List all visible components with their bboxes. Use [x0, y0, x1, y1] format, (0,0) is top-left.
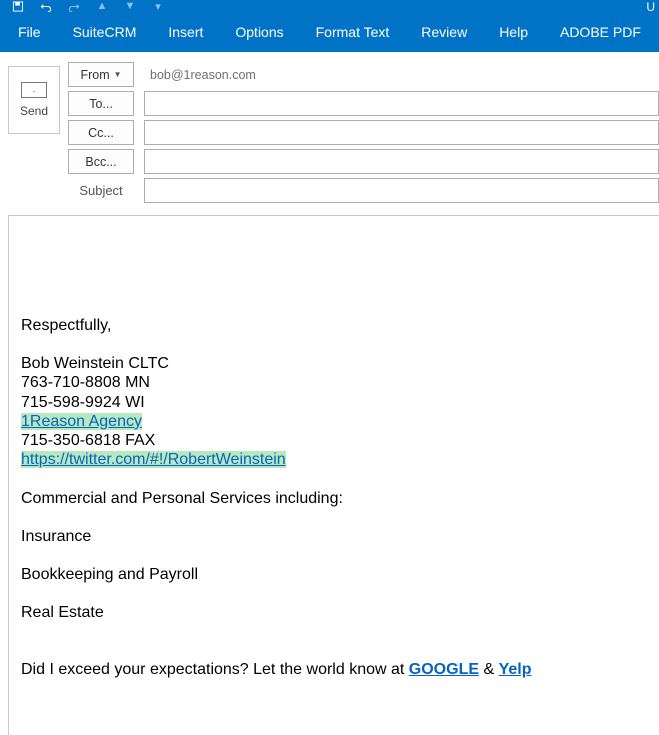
service-bookkeeping: Bookkeeping and Payroll: [21, 565, 649, 584]
from-label: From: [80, 68, 109, 82]
from-button[interactable]: From ▼: [68, 62, 134, 87]
services-heading: Commercial and Personal Services includi…: [21, 489, 649, 508]
review-prefix: Did I exceed your expectations? Let the …: [21, 661, 409, 678]
subject-label: Subject: [68, 183, 134, 198]
chevron-down-icon: ▼: [114, 70, 122, 79]
tab-options[interactable]: Options: [235, 24, 283, 40]
sig-twitter-link[interactable]: https://twitter.com/#!/RobertWeinstein: [21, 451, 286, 468]
review-line: Did I exceed your expectations? Let the …: [21, 660, 649, 679]
sig-closing: Respectfully,: [21, 316, 649, 335]
quick-access-toolbar: ▲ ▼ ▾ U: [0, 0, 659, 12]
review-amp: &: [479, 661, 499, 678]
tab-suitecrm[interactable]: SuiteCRM: [73, 24, 137, 40]
tab-format-text[interactable]: Format Text: [316, 24, 390, 40]
redo-icon[interactable]: [66, 0, 82, 12]
yelp-link[interactable]: Yelp: [499, 661, 532, 678]
sig-agency-link[interactable]: 1Reason Agency: [21, 413, 142, 430]
header-fields: From ▼ bob@1reason.com To... Cc... Bcc..…: [68, 62, 659, 207]
tab-insert[interactable]: Insert: [168, 24, 203, 40]
sig-phone-mn: 763-710-8808 MN: [21, 373, 649, 392]
service-realestate: Real Estate: [21, 603, 649, 622]
to-label: To...: [89, 97, 113, 111]
sig-fax: 715-350-6818 FAX: [21, 431, 649, 450]
down-icon[interactable]: ▼: [122, 0, 138, 12]
undo-icon[interactable]: [38, 0, 54, 12]
to-button[interactable]: To...: [68, 91, 134, 116]
title-right-text: U: [646, 0, 659, 14]
bcc-input[interactable]: [144, 149, 659, 174]
bcc-label: Bcc...: [85, 155, 116, 169]
envelope-icon: [21, 82, 47, 98]
cc-input[interactable]: [144, 120, 659, 145]
subject-input[interactable]: [144, 178, 659, 203]
send-button[interactable]: Send: [8, 66, 60, 134]
compose-header: Send From ▼ bob@1reason.com To... Cc... …: [0, 52, 659, 207]
service-insurance: Insurance: [21, 527, 649, 546]
cc-button[interactable]: Cc...: [68, 120, 134, 145]
from-value[interactable]: bob@1reason.com: [144, 68, 659, 82]
message-body[interactable]: Respectfully, Bob Weinstein CLTC 763-710…: [8, 215, 659, 735]
save-icon[interactable]: [10, 0, 26, 12]
bcc-button[interactable]: Bcc...: [68, 149, 134, 174]
tab-review[interactable]: Review: [421, 24, 467, 40]
google-link[interactable]: GOOGLE: [409, 661, 479, 678]
to-input[interactable]: [144, 91, 659, 116]
tab-file[interactable]: File: [18, 24, 41, 40]
cc-label: Cc...: [88, 126, 114, 140]
tab-help[interactable]: Help: [499, 24, 528, 40]
sig-phone-wi: 715-598-9924 WI: [21, 393, 649, 412]
sig-name: Bob Weinstein CLTC: [21, 354, 649, 373]
customize-qat-icon[interactable]: ▾: [150, 0, 166, 12]
up-icon[interactable]: ▲: [94, 0, 110, 12]
ribbon-tabs: File SuiteCRM Insert Options Format Text…: [0, 12, 659, 52]
tab-adobe-pdf[interactable]: ADOBE PDF: [560, 24, 641, 40]
send-label: Send: [20, 104, 48, 118]
